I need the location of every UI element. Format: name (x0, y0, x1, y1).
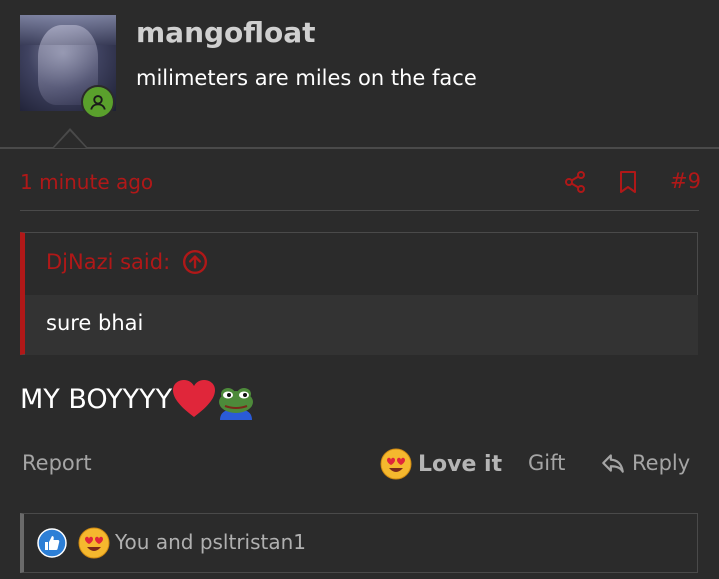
post-meta: 1 minute ago #9 (20, 168, 701, 202)
post-timestamp[interactable]: 1 minute ago (20, 170, 153, 194)
post-actions: Report Love it Gift Reply (22, 448, 698, 484)
love-reaction-icon (380, 448, 412, 480)
quote-author[interactable]: DjNazi said: (46, 250, 170, 274)
message-text: MY BOYYYY (20, 383, 173, 415)
user-icon (90, 95, 106, 110)
reaction-summary[interactable]: You and psltristan1 (115, 530, 306, 554)
gift-link[interactable]: Gift (528, 451, 565, 475)
love-it-button[interactable]: Love it (380, 448, 502, 480)
divider (0, 147, 719, 149)
reply-icon (602, 454, 624, 473)
love-reaction-icon (78, 527, 110, 559)
reply-button[interactable]: Reply (600, 450, 690, 476)
reactions-bar[interactable]: You and psltristan1 (20, 513, 698, 573)
username[interactable]: mangofloat (136, 16, 316, 49)
quote-text: sure bhai (46, 311, 144, 335)
quote-block: DjNazi said: sure bhai (20, 232, 698, 355)
post-message: MY BOYYYY (20, 378, 256, 420)
love-it-label: Love it (418, 451, 503, 477)
pepe-emoji-icon (219, 388, 254, 420)
divider (20, 210, 699, 211)
quote-body: sure bhai (25, 295, 698, 355)
quote-header[interactable]: DjNazi said: (46, 249, 208, 275)
header-notch-fill (54, 131, 86, 148)
post-header: mangofloat milimeters are miles on the f… (0, 0, 719, 147)
report-link[interactable]: Report (22, 451, 92, 475)
heart-emoji-icon (173, 380, 216, 417)
post-number-link[interactable]: #9 (670, 169, 701, 193)
quote-jump-icon[interactable] (182, 249, 208, 275)
user-title: milimeters are miles on the face (136, 66, 477, 90)
online-status-icon (81, 85, 115, 119)
reply-label: Reply (632, 451, 691, 475)
bookmark-icon[interactable] (616, 170, 640, 194)
like-reaction-icon (37, 528, 67, 558)
share-icon[interactable] (563, 170, 587, 194)
